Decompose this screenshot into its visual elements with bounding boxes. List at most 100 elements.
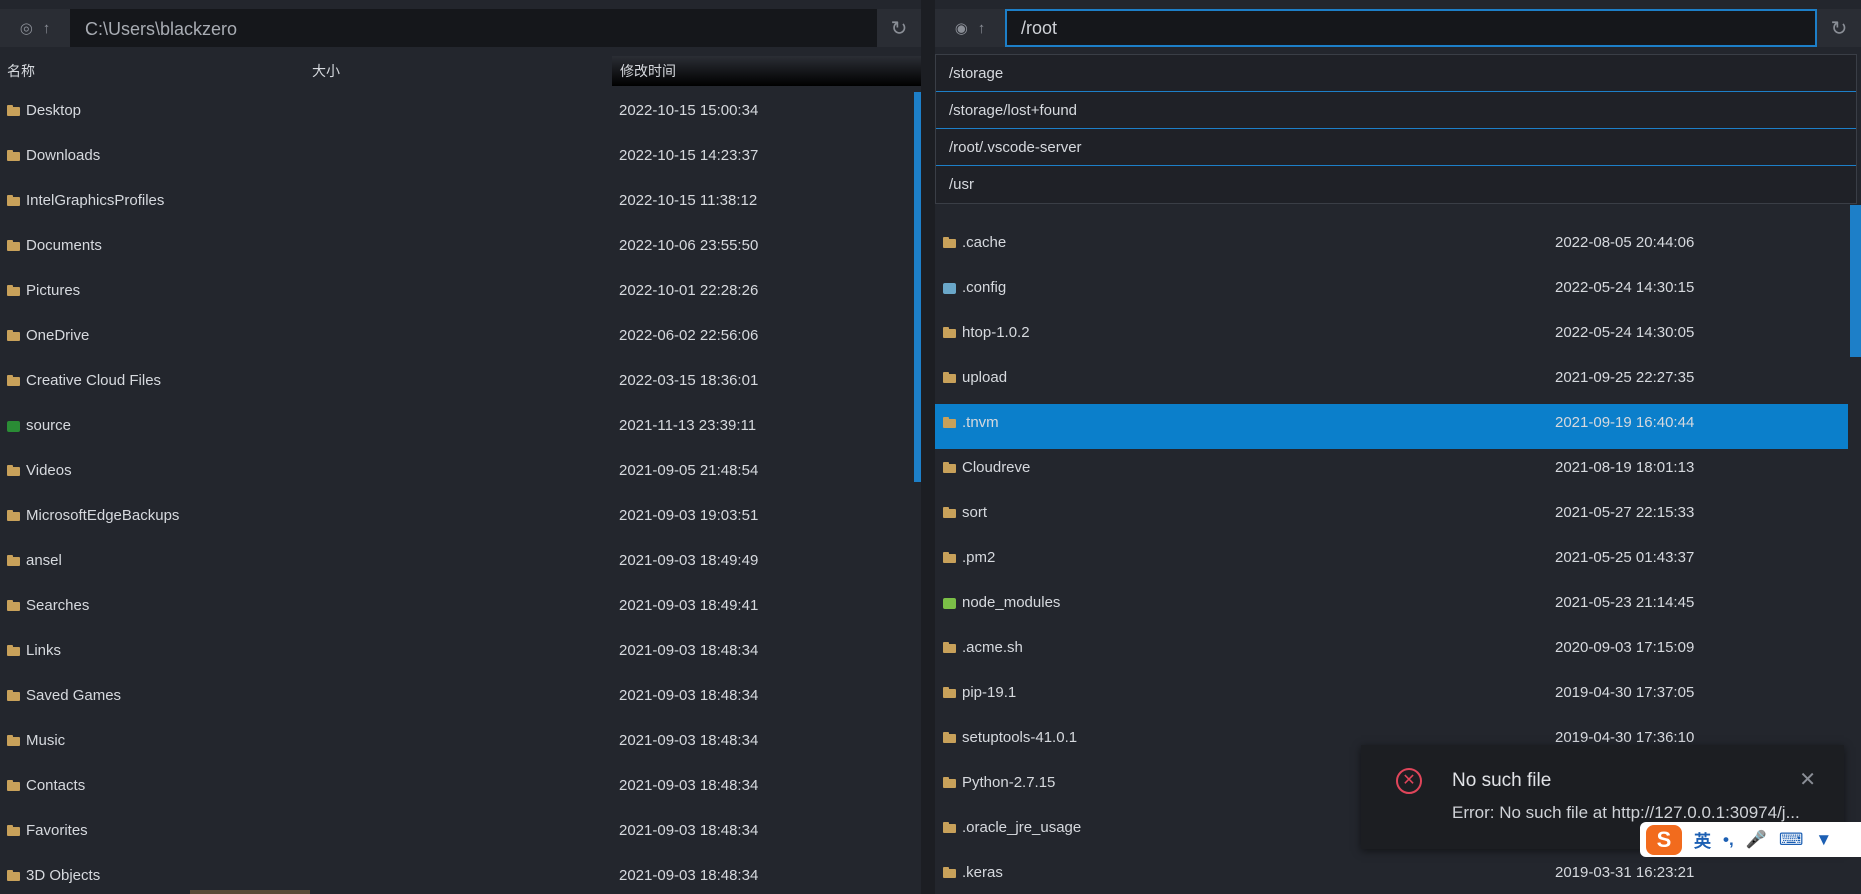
file-row[interactable]: htop-1.0.2 2022-05-24 14:30:05 [935, 314, 1861, 359]
file-mtime: 2021-09-25 22:27:35 [1555, 369, 1695, 386]
file-name: Searches [26, 597, 90, 614]
folder-icon [7, 542, 21, 580]
file-row[interactable]: Pictures 2022-10-01 22:28:26 [0, 272, 921, 317]
path-suggestion-dropdown: /storage/storage/lost+found/root/.vscode… [935, 54, 1857, 204]
folder-icon [943, 809, 957, 847]
folder-icon [7, 767, 21, 805]
right-refresh-icon[interactable]: ↻ [1817, 9, 1861, 47]
horizontal-scroll-indicator[interactable] [190, 890, 310, 894]
file-row[interactable]: .pm2 2021-05-25 01:43:37 [935, 539, 1861, 584]
path-suggestion-item[interactable]: /storage/lost+found [936, 92, 1856, 129]
file-row[interactable]: .acme.sh 2020-09-03 17:15:09 [935, 629, 1861, 674]
file-row[interactable]: .cache 2022-08-05 20:44:06 [935, 224, 1861, 269]
left-column-header: 名称 大小 修改时间 [0, 56, 921, 86]
right-scrollbar[interactable] [1850, 205, 1861, 357]
file-row[interactable]: Searches 2021-09-03 18:49:41 [0, 587, 921, 632]
file-name: Pictures [26, 282, 81, 299]
file-row[interactable]: Music 2021-09-03 18:48:34 [0, 722, 921, 767]
file-row[interactable]: Creative Cloud Files 2022-03-15 18:36:01 [0, 362, 921, 407]
close-icon[interactable]: ✕ [1799, 767, 1816, 792]
file-row[interactable]: Downloads 2022-10-15 14:23:37 [0, 137, 921, 182]
file-name: setuptools-41.0.1 [962, 729, 1078, 746]
file-row[interactable]: ansel 2021-09-03 18:49:49 [0, 542, 921, 587]
file-mtime: 2021-08-19 18:01:13 [1555, 459, 1695, 476]
folder-icon [7, 677, 21, 715]
column-mtime-header[interactable]: 修改时间 [612, 56, 921, 86]
file-row[interactable]: 3D Objects 2021-09-03 18:48:34 [0, 857, 921, 894]
file-row[interactable]: pip-19.1 2019-04-30 17:37:05 [935, 674, 1861, 719]
file-row[interactable]: .keras 2019-03-31 16:23:21 [935, 854, 1861, 894]
file-row[interactable]: MicrosoftEdgeBackups 2021-09-03 19:03:51 [0, 497, 921, 542]
file-name: OneDrive [26, 327, 90, 344]
file-mtime: 2022-10-15 15:00:34 [619, 102, 759, 119]
show-hidden-files-icon[interactable]: ◉ [955, 19, 968, 37]
folder-icon [7, 857, 21, 894]
file-row[interactable]: Cloudreve 2021-08-19 18:01:13 [935, 449, 1861, 494]
file-mtime: 2022-05-24 14:30:15 [1555, 279, 1695, 296]
folder-icon [7, 812, 21, 850]
path-suggestion-item[interactable]: /storage [936, 55, 1856, 92]
pane-divider[interactable] [921, 0, 935, 894]
file-name: .cache [962, 234, 1007, 251]
file-mtime: 2021-09-03 18:49:49 [619, 552, 759, 569]
folder-icon [7, 722, 21, 760]
file-name: Favorites [26, 822, 88, 839]
folder-icon [943, 539, 957, 577]
folder-icon [7, 497, 21, 535]
column-size-header[interactable]: 大小 [312, 56, 340, 86]
file-row[interactable]: sort 2021-05-27 22:15:33 [935, 494, 1861, 539]
path-suggestion-item[interactable]: /root/.vscode-server [936, 129, 1856, 166]
ime-language-toggle[interactable]: 英 [1694, 827, 1711, 852]
file-row[interactable]: node_modules 2021-05-23 21:14:45 [935, 584, 1861, 629]
ime-punctuation-toggle[interactable]: •, [1723, 830, 1734, 850]
column-name-header[interactable]: 名称 [7, 56, 35, 86]
file-row[interactable]: source 2021-11-13 23:39:11 [0, 407, 921, 452]
file-mtime: 2019-03-31 16:23:21 [1555, 864, 1695, 881]
folder-icon [7, 362, 21, 400]
file-row[interactable]: Saved Games 2021-09-03 18:48:34 [0, 677, 921, 722]
file-row[interactable]: Links 2021-09-03 18:48:34 [0, 632, 921, 677]
left-refresh-icon[interactable]: ↻ [877, 9, 921, 47]
sogou-logo-icon[interactable]: S [1646, 824, 1682, 855]
right-toolbar-icons: ◉ ↑ [935, 9, 1005, 47]
up-directory-icon[interactable]: ↑ [43, 20, 51, 37]
skin-shirt-icon[interactable]: ▼ [1815, 830, 1832, 850]
file-row[interactable]: Documents 2022-10-06 23:55:50 [0, 227, 921, 272]
folder-icon [943, 854, 957, 892]
file-row[interactable]: .config 2022-05-24 14:30:15 [935, 269, 1861, 314]
file-row[interactable]: Desktop 2022-10-15 15:00:34 [0, 92, 921, 137]
folder-icon [7, 452, 21, 490]
file-mtime: 2022-10-15 14:23:37 [619, 147, 759, 164]
path-suggestion-item[interactable]: /usr [936, 166, 1856, 203]
file-mtime: 2021-05-27 22:15:33 [1555, 504, 1695, 521]
node-folder-icon [943, 584, 957, 622]
file-name: Saved Games [26, 687, 122, 704]
file-name: .keras [962, 864, 1003, 881]
file-name: .pm2 [962, 549, 996, 566]
file-row[interactable]: IntelGraphicsProfiles 2022-10-15 11:38:12 [0, 182, 921, 227]
file-row[interactable]: Favorites 2021-09-03 18:48:34 [0, 812, 921, 857]
left-path-input[interactable]: C:\Users\blackzero [70, 9, 877, 47]
microphone-icon[interactable]: 🎤 [1746, 830, 1767, 850]
folder-icon [943, 719, 957, 757]
folder-icon [943, 629, 957, 667]
left-toolbar-icons: ◎ ↑ [0, 9, 70, 47]
file-row[interactable]: Videos 2021-09-05 21:48:54 [0, 452, 921, 497]
file-row[interactable]: Contacts 2021-09-03 18:48:34 [0, 767, 921, 812]
file-row[interactable]: upload 2021-09-25 22:27:35 [935, 359, 1861, 404]
file-mtime: 2019-04-30 17:37:05 [1555, 684, 1695, 701]
right-path-input[interactable]: /root [1005, 9, 1817, 47]
up-directory-icon[interactable]: ↑ [978, 20, 986, 37]
hidden-files-toggle-icon[interactable]: ◎ [20, 19, 33, 37]
keyboard-icon[interactable]: ⌨ [1779, 830, 1804, 850]
git-folder-icon [7, 407, 21, 445]
left-file-list: Desktop 2022-10-15 15:00:34 Downloads 2022-… [0, 92, 921, 894]
file-row[interactable]: OneDrive 2022-06-02 22:56:06 [0, 317, 921, 362]
file-row[interactable]: .tnvm 2021-09-19 16:40:44 [935, 404, 1848, 449]
ime-toolbar: S 英 •, 🎤 ⌨ ▼ [1640, 822, 1861, 857]
left-scrollbar[interactable] [914, 92, 921, 482]
file-mtime: 2022-10-01 22:28:26 [619, 282, 759, 299]
file-name: .acme.sh [962, 639, 1023, 656]
right-toolbar: ◉ ↑ /root ↻ [935, 9, 1861, 47]
file-mtime: 2022-03-15 18:36:01 [619, 372, 759, 389]
